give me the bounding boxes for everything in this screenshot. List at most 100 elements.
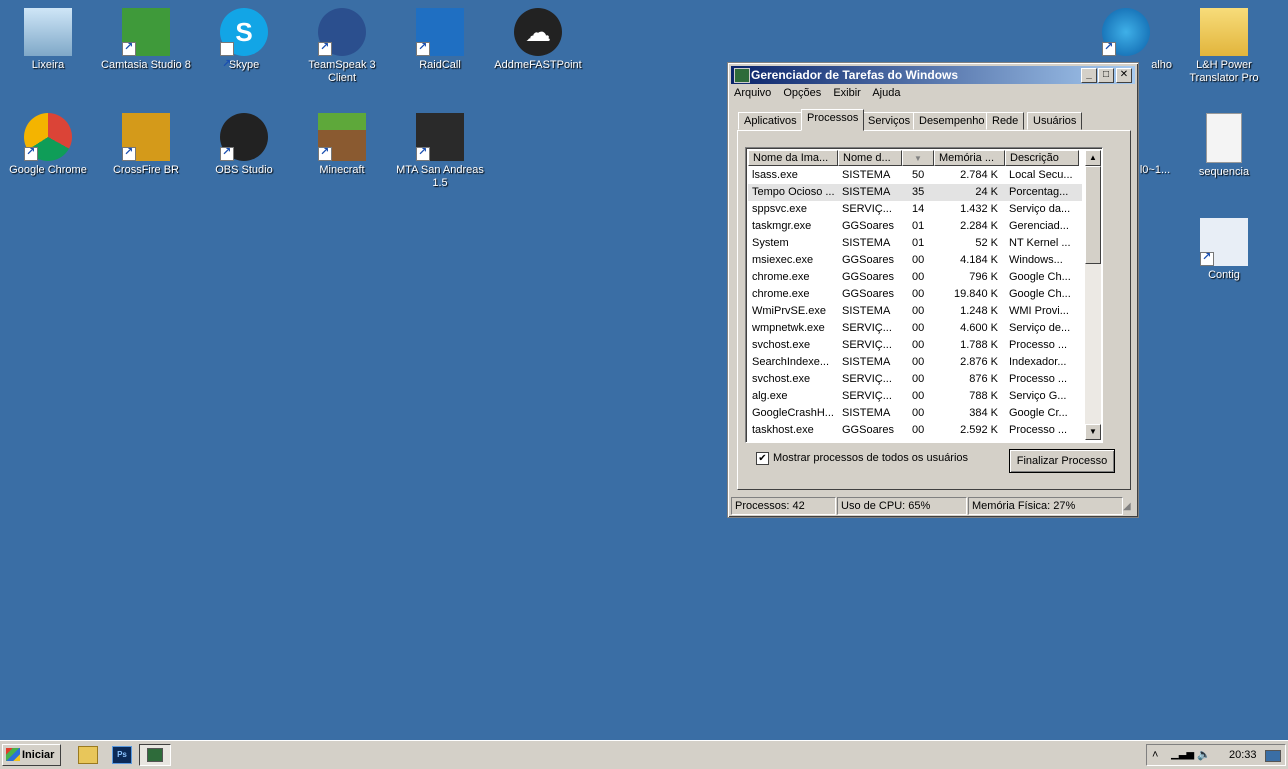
desktop-icon-skype[interactable]: SSkype [198,8,290,88]
contig-icon [1200,218,1248,266]
table-row[interactable]: alg.exe SERVIÇ... 00 788 K Serviço G... [748,388,1082,405]
desktop-icon-label: Camtasia Studio 8 [101,59,191,71]
table-row[interactable]: chrome.exe GGSoares 00 19.840 K Google Ch... [748,286,1082,303]
cell-cpu: 00 [912,254,925,266]
task-manager-taskbar-button[interactable] [139,744,171,766]
table-row[interactable]: wmpnetwk.exe SERVIÇ... 00 4.600 K Serviço de… [748,320,1082,337]
col-cpu[interactable]: ▼ [902,150,934,166]
volume-icon[interactable]: 🔈 [1197,745,1211,765]
title-bar[interactable]: Gerenciador de Tarefas do Windows _ □ ✕ [731,66,1135,84]
cell-name: System [752,237,789,249]
menu-exibir[interactable]: Exibir [833,87,861,99]
tab-rede[interactable]: Rede [986,112,1025,130]
cell-name: svchost.exe [752,339,811,351]
start-label: Iniciar [22,749,55,761]
show-hidden-icons-icon[interactable]: ˄ [1152,745,1158,765]
shortcut-arrow-icon [24,145,38,161]
desktop-icon-label: CrossFire BR [112,164,179,176]
cell-desc: Google Cr... [1009,407,1068,419]
cell-mem: 2.876 K [960,356,998,368]
table-row[interactable]: chrome.exe GGSoares 00 796 K Google Ch... [748,269,1082,286]
desktop-icon-contig[interactable]: Contig [1178,218,1270,282]
col-user-name[interactable]: Nome d... [838,150,902,166]
table-row[interactable]: msiexec.exe GGSoares 00 4.184 K Windows... [748,252,1082,269]
cell-desc: Processo ... [1009,424,1068,436]
shortcut-arrow-icon [122,40,136,56]
resize-grip-icon[interactable]: ◢ [1123,501,1135,513]
desktop-icon-crossfire[interactable]: CrossFire BR [100,113,192,177]
table-row[interactable]: svchost.exe SERVIÇ... 00 1.788 K Processo ..… [748,337,1082,354]
cell-name: Tempo Ocioso ... [752,186,834,198]
col-memory[interactable]: Memória ... [934,150,1005,166]
minimize-button[interactable]: _ [1081,68,1097,83]
cell-mem: 4.184 K [960,254,998,266]
desktop-icon-google-chrome[interactable]: Google Chrome [2,113,94,177]
desktop-icon-raidcall[interactable]: RaidCall [394,8,486,72]
tab-processos[interactable]: Processos [801,109,865,131]
task-manager-icon [734,68,750,83]
table-row[interactable]: lsass.exe SISTEMA 50 2.784 K Local Secu... [748,167,1082,184]
cell-name: GoogleCrashH... [752,407,834,419]
status-processes: Processos: 42 [731,497,836,515]
table-row[interactable]: taskhost.exe GGSoares 00 2.592 K Processo ..… [748,422,1082,439]
table-row[interactable]: sppsvc.exe SERVIÇ... 14 1.432 K Serviço da..… [748,201,1082,218]
cell-name: chrome.exe [752,271,810,283]
photoshop-icon[interactable]: Ps [112,746,132,764]
process-list[interactable]: Nome da Ima... Nome d... ▼ Memória ... D… [745,147,1103,443]
col-image-name[interactable]: Nome da Ima... [748,150,838,166]
desktop-icon-lixeira[interactable]: Lixeira [2,8,94,72]
menu-arquivo[interactable]: Arquivo [734,87,771,99]
cell-cpu: 00 [912,390,925,402]
scroll-down-button[interactable]: ▼ [1085,424,1101,440]
table-row[interactable]: svchost.exe SERVIÇ... 00 876 K Processo ... [748,371,1082,388]
table-row[interactable]: taskmgr.exe GGSoares 01 2.284 K Gerenciad... [748,218,1082,235]
explorer-icon[interactable] [78,746,98,764]
network-signal-icon[interactable]: ▁▃▅ [1171,745,1194,765]
menu-opcoes[interactable]: Opções [783,87,821,99]
desktop-icon-mta[interactable]: MTA San Andreas 1.5 [394,113,486,190]
menu-ajuda[interactable]: Ajuda [872,87,900,99]
task-manager-window[interactable]: Gerenciador de Tarefas do Windows _ □ ✕ … [727,62,1139,518]
end-process-button[interactable]: Finalizar Processo [1009,449,1115,473]
cell-cpu: 00 [912,271,925,283]
tab-desempenho[interactable]: Desempenho [913,112,991,130]
table-row[interactable]: System SISTEMA 01 52 K NT Kernel ... [748,235,1082,252]
tab-servicos[interactable]: Serviços [862,112,917,130]
desktop-icon-camtasia[interactable]: Camtasia Studio 8 [100,8,192,72]
desktop-icon-addmefast[interactable]: ☁ AddmeFASTPoint [492,8,584,72]
tab-usuarios[interactable]: Usuários [1027,112,1083,130]
cell-desc: Google Ch... [1009,271,1071,283]
show-all-checkbox[interactable]: ✔ [756,452,769,465]
desktop-icon-folder[interactable]: L&H Power Translator Pro [1178,8,1270,85]
col-description[interactable]: Descrição [1005,150,1079,166]
cell-mem: 1.432 K [960,203,998,215]
cell-name: msiexec.exe [752,254,814,266]
table-row[interactable]: WmiPrvSE.exe SISTEMA 00 1.248 K WMI Provi... [748,303,1082,320]
status-cpu: Uso de CPU: 65% [837,497,967,515]
cell-mem: 2.784 K [960,169,998,181]
maximize-button[interactable]: □ [1098,68,1114,83]
system-tray: ˄ ▁▃▅ 🔈 20:33 [1146,744,1286,766]
desktop-icon-text-document[interactable]: sequencia [1178,113,1270,179]
table-row[interactable]: SearchIndexe... SISTEMA 00 2.876 K Indexador… [748,354,1082,371]
clock[interactable]: 20:33 [1229,745,1257,765]
desktop-icon-minecraft[interactable]: Minecraft [296,113,388,177]
scroll-up-button[interactable]: ▲ [1085,150,1101,166]
cell-name: wmpnetwk.exe [752,322,825,334]
scroll-thumb[interactable] [1085,166,1101,264]
status-bar: Processos: 42 Uso de CPU: 65% Memória Fí… [731,497,1135,515]
cell-user: SERVIÇ... [842,373,892,385]
start-button[interactable]: Iniciar [2,744,61,766]
cell-user: SISTEMA [842,237,891,249]
table-row[interactable]: Tempo Ocioso ... SISTEMA 35 24 K Porcentag..… [748,184,1082,201]
list-header: Nome da Ima... Nome d... ▼ Memória ... D… [748,150,1084,166]
desktop-icon-obs-studio[interactable]: OBS Studio [198,113,290,177]
desktop-icon-teamspeak[interactable]: TeamSpeak 3 Client [296,8,388,85]
show-desktop-icon[interactable] [1265,750,1281,762]
cell-mem: 1.788 K [960,339,998,351]
vertical-scrollbar[interactable]: ▲ ▼ [1085,150,1101,440]
table-row[interactable]: GoogleCrashH... SISTEMA 00 384 K Google Cr..… [748,405,1082,422]
tab-aplicativos[interactable]: Aplicativos [738,112,803,130]
desktop-icon-label: Lixeira [31,59,65,71]
close-button[interactable]: ✕ [1116,68,1132,83]
